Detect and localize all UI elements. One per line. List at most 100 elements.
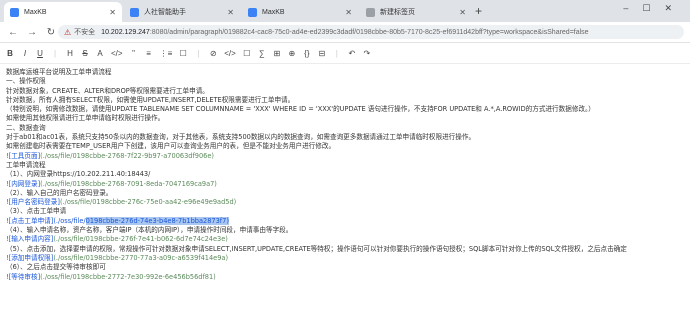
quote-icon[interactable]: " bbox=[130, 49, 138, 58]
close-icon[interactable]: ✕ bbox=[109, 8, 116, 17]
url-host: 10.202.129.247 bbox=[101, 28, 150, 36]
formula-icon[interactable]: ∑ bbox=[258, 49, 266, 58]
link-icon[interactable]: ⊘ bbox=[209, 49, 217, 58]
document-line: 一、操作权限 bbox=[6, 77, 690, 86]
code-icon[interactable]: </> bbox=[111, 49, 123, 58]
image-link-path: (./oss/file/0198cbbe-2772-7e30-992e-6e45… bbox=[40, 272, 216, 281]
browser-tab-bar: MaxKB ✕ 人社智能助手 ✕ MaxKB ✕ 新建标签页 ✕ + –☐✕ bbox=[0, 0, 690, 22]
reload-icon[interactable]: ↻ bbox=[45, 27, 57, 38]
image-link-path: (./oss/file/0198cbbe-276c-75e0-aa42-e96e… bbox=[59, 198, 237, 207]
tab-maxkb-2[interactable]: MaxKB ✕ bbox=[242, 2, 358, 22]
forward-arrow-icon[interactable]: → bbox=[26, 27, 38, 38]
tab-label: 人社智能助手 bbox=[144, 9, 186, 16]
image-link-text: ![等待审核] bbox=[6, 272, 41, 281]
document-line: 数据库运维平台说明及工单申请流程 bbox=[6, 68, 690, 77]
document-line: ![内网登录](./oss/file/0198cbbe-2768-7091-8e… bbox=[6, 180, 690, 189]
document-line: （1）、内网登录https://10.202.211.40:18443/ bbox=[6, 170, 690, 179]
document-line: 针对数据对象，CREATE、ALTER和DROP等权限需要进行工单申请。 bbox=[6, 87, 690, 96]
document-line: ![点击工单申请](./oss/file/0198cbbe-276d-74e3-… bbox=[6, 216, 690, 226]
maxkb-favicon-icon bbox=[10, 7, 19, 17]
document-line: ![用户名密码登录](./oss/file/0198cbbe-276c-75e0… bbox=[6, 198, 690, 207]
document-line: ![工具页面](./oss/file/0198cbbe-2768-7f22-9b… bbox=[6, 152, 690, 161]
url-path: :8080/admin/paragraph/019882c4-cac8-75c0… bbox=[149, 28, 589, 36]
preview-icon[interactable]: ⊟ bbox=[318, 49, 326, 58]
image-link-path: (./oss/file/0198cbbe-2768-7f22-9b97-a700… bbox=[40, 151, 214, 160]
tab-renshe-assistant[interactable]: 人社智能助手 ✕ bbox=[124, 2, 240, 22]
brackets-icon[interactable]: {} bbox=[303, 49, 311, 58]
image-link-text: ![工具页面] bbox=[6, 151, 41, 160]
address-bar-row: ← → ↻ ⚠ 不安全 10.202.129.247:8080/admin/pa… bbox=[0, 22, 690, 43]
line-text: 数据库运维平台说明及工单申请流程 bbox=[6, 68, 112, 76]
line-text: （6）、之后点击提交等待审核即可 bbox=[6, 263, 106, 272]
tab-label: MaxKB bbox=[262, 8, 285, 16]
image-icon[interactable]: ☐ bbox=[243, 49, 251, 58]
close-icon[interactable]: ✕ bbox=[459, 8, 466, 17]
warning-icon[interactable]: ⚠ bbox=[64, 28, 71, 37]
toolbar-divider: | bbox=[197, 48, 200, 58]
image-link-text: ![内网登录] bbox=[6, 179, 41, 188]
document-line: （6）、之后点击提交等待审核即可 bbox=[6, 263, 690, 272]
window-controls[interactable]: –☐✕ bbox=[623, 3, 686, 14]
tab-maxkb-1[interactable]: MaxKB ✕ bbox=[4, 2, 122, 22]
markdown-editor-content[interactable]: 数据库运维平台说明及工单申请流程 一、操作权限 针对数据对象，CREATE、ALTE… bbox=[0, 64, 690, 282]
document-line: 工单申请流程 bbox=[6, 161, 690, 170]
line-text: 工单申请流程 bbox=[6, 160, 46, 169]
line-text: 针对数据，所有人拥有SELECT权限，如需使用UPDATE,INSERT,DEL… bbox=[6, 95, 295, 104]
tab-label: 新建标签页 bbox=[380, 9, 415, 16]
table-icon[interactable]: ⊞ bbox=[273, 49, 281, 58]
document-line: ![输入申请内容](./oss/file/0198cbbe-276f-7e41-… bbox=[6, 235, 690, 244]
image-link-path: (./oss/file/0198cbbe-2770-77a3-a09c-a653… bbox=[53, 253, 229, 262]
font-icon[interactable]: A bbox=[96, 49, 104, 58]
document-line: （3）、点击工单申请 bbox=[6, 207, 690, 216]
markdown-editor-toolbar: B I U | H S A </> " ≡ ⋮≡ ☐ | ⊘ </> ☐ ∑ ⊞… bbox=[0, 43, 690, 64]
strikethrough-icon[interactable]: S bbox=[81, 49, 89, 58]
line-text: 如需创建临时表需要在TEMP_USER用户下创建，该用户可以查询业务用户的表，但… bbox=[6, 142, 336, 151]
redo-icon[interactable]: ↷ bbox=[363, 49, 371, 58]
tab-label: MaxKB bbox=[24, 8, 47, 16]
unordered-list-icon[interactable]: ≡ bbox=[145, 49, 153, 58]
url-bar[interactable]: ⚠ 不安全 10.202.129.247:8080/admin/paragrap… bbox=[58, 25, 684, 39]
image-link-text: ![用户名密码登录] bbox=[6, 198, 60, 207]
line-text: （5）、点击添加，选择要申请的权限，常规操作可针对数据对象申请SELECT,IN… bbox=[6, 244, 627, 253]
image-link-text: ![点击工单申请](./oss/file/ bbox=[6, 216, 86, 225]
document-line: ![等待审核](./oss/file/0198cbbe-2772-7e30-99… bbox=[6, 273, 690, 282]
document-line: 如需创建临时表需要在TEMP_USER用户下创建，该用户可以查询业务用户的表，但… bbox=[6, 142, 690, 151]
toolbar-divider: | bbox=[53, 48, 57, 58]
maxkb-favicon-icon bbox=[248, 7, 257, 17]
back-arrow-icon[interactable]: ← bbox=[7, 27, 19, 38]
new-tab-plus-icon[interactable]: + bbox=[475, 4, 482, 18]
heading-icon[interactable]: H bbox=[66, 49, 74, 58]
emoji-icon[interactable]: ⊕ bbox=[288, 49, 296, 58]
document-line: （5）、点击添加，选择要申请的权限，常规操作可针对数据对象申请SELECT,IN… bbox=[6, 245, 690, 254]
document-line: （2）、输入自己的用户名密码登录。 bbox=[6, 189, 690, 198]
assistant-favicon-icon bbox=[130, 7, 139, 17]
document-line: （特别说明，如需修改数据，请使用UPDATE TABLENAME SET COL… bbox=[6, 105, 690, 114]
task-list-icon[interactable]: ☐ bbox=[179, 49, 187, 58]
image-link-path: (./oss/file/0198cbbe-276f-7e41-b062-6d7e… bbox=[53, 235, 228, 244]
undo-icon[interactable]: ↶ bbox=[348, 49, 356, 58]
security-label[interactable]: 不安全 bbox=[74, 27, 95, 37]
bold-icon[interactable]: B bbox=[6, 49, 14, 58]
document-line: （4）、输入申请名称，资产名称，客户端IP（本机的内网IP），申请操作时间段，申… bbox=[6, 226, 690, 235]
image-link-text: ![输入申请内容] bbox=[6, 235, 54, 244]
line-text: 一、操作权限 bbox=[6, 77, 46, 86]
image-link-text: ![添加申请权限] bbox=[6, 253, 54, 262]
line-text: （2）、输入自己的用户名密码登录。 bbox=[6, 188, 113, 197]
tab-new-tab[interactable]: 新建标签页 ✕ bbox=[360, 2, 472, 22]
document-line: 二、数据查询 bbox=[6, 124, 690, 133]
document-line: 针对数据，所有人拥有SELECT权限，如需使用UPDATE,INSERT,DEL… bbox=[6, 96, 690, 105]
image-link-path: (./oss/file/0198cbbe-2768-7091-8eda-7047… bbox=[40, 179, 217, 188]
line-text: 针对数据对象，CREATE、ALTER和DROP等权限需要进行工单申请。 bbox=[6, 86, 209, 95]
line-text: （1）、内网登录https://10.202.211.40:18443/ bbox=[6, 170, 151, 179]
line-text: 二、数据查询 bbox=[6, 123, 46, 132]
close-icon[interactable]: ✕ bbox=[345, 8, 352, 17]
document-line: ![添加申请权限](./oss/file/0198cbbe-2770-77a3-… bbox=[6, 254, 690, 263]
code-block-icon[interactable]: </> bbox=[224, 49, 236, 58]
close-icon[interactable]: ✕ bbox=[227, 8, 234, 17]
line-text: （3）、点击工单申请 bbox=[6, 207, 67, 216]
underline-icon[interactable]: U bbox=[36, 49, 44, 58]
toolbar-divider: | bbox=[335, 48, 338, 58]
image-link-path: 0198cbbe-276d-74e3-b4e8-7b1bba2873f7) bbox=[85, 216, 229, 225]
ordered-list-icon[interactable]: ⋮≡ bbox=[160, 49, 173, 58]
italic-icon[interactable]: I bbox=[21, 49, 29, 58]
